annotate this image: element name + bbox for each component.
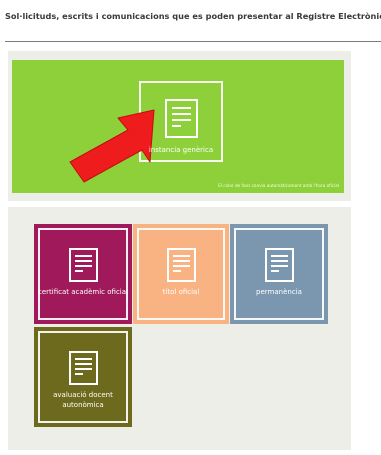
tile-label: instancia genèrica	[148, 146, 214, 154]
document-icon	[264, 248, 294, 282]
document-icon	[166, 248, 196, 282]
tile-avaluacio-docent[interactable]: avaluació docent autonòmica	[34, 327, 132, 427]
tile-certificat-academic[interactable]: certificat acadèmic oficial	[34, 224, 132, 324]
background-note: El color de fons canvia automàticament a…	[218, 183, 339, 188]
tile-permanencia[interactable]: permanència	[230, 224, 328, 324]
page-title: Sol·licituds, escrits i comunicacions qu…	[5, 11, 381, 21]
document-icon	[164, 99, 198, 138]
tile-label: títol oficial	[162, 288, 200, 296]
title-divider	[5, 41, 381, 42]
tile-label: permanència	[256, 288, 302, 296]
tile-label: certificat acadèmic oficial	[38, 288, 128, 296]
tile-titol-oficial[interactable]: títol oficial	[133, 224, 229, 324]
document-icon	[68, 248, 98, 282]
document-icon	[68, 351, 98, 385]
tile-label: avaluació docent autonòmica	[53, 391, 113, 409]
